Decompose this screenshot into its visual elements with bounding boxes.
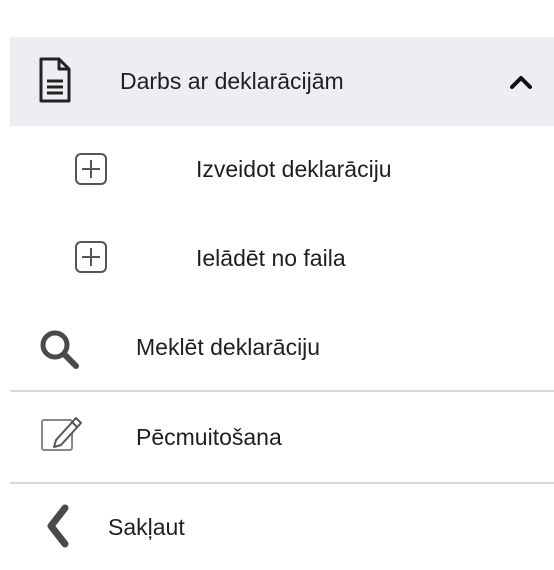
chevron-up-icon[interactable]	[510, 37, 532, 126]
menu-item-label: Pēcmuitošana	[136, 423, 282, 450]
menu-item-load-from-file[interactable]: Ielādēt no faila	[10, 212, 554, 304]
menu-group-declarations[interactable]: Darbs ar deklarācijām	[10, 37, 554, 126]
document-icon	[38, 57, 72, 103]
menu-collapse-button[interactable]: Sakļaut	[10, 482, 554, 570]
side-menu: Darbs ar deklarācijām Izveidot deklarāci…	[10, 37, 554, 570]
menu-item-create-declaration[interactable]: Izveidot deklarāciju	[10, 126, 554, 212]
edit-icon	[40, 414, 84, 454]
search-icon	[38, 328, 80, 370]
plus-box-icon	[74, 152, 108, 186]
collapse-label: Sakļaut	[108, 513, 185, 540]
chevron-left-icon	[46, 504, 70, 548]
menu-item-search-declaration[interactable]: Meklēt deklarāciju	[10, 304, 554, 390]
menu-item-label: Meklēt deklarāciju	[136, 333, 321, 360]
menu-item-label: Izveidot deklarāciju	[196, 155, 392, 182]
plus-box-icon	[74, 240, 108, 274]
menu-group-label: Darbs ar deklarācijām	[120, 68, 344, 94]
menu-item-label: Ielādēt no faila	[196, 244, 346, 271]
menu-item-post-clearance[interactable]: Pēcmuitošana	[10, 390, 554, 482]
